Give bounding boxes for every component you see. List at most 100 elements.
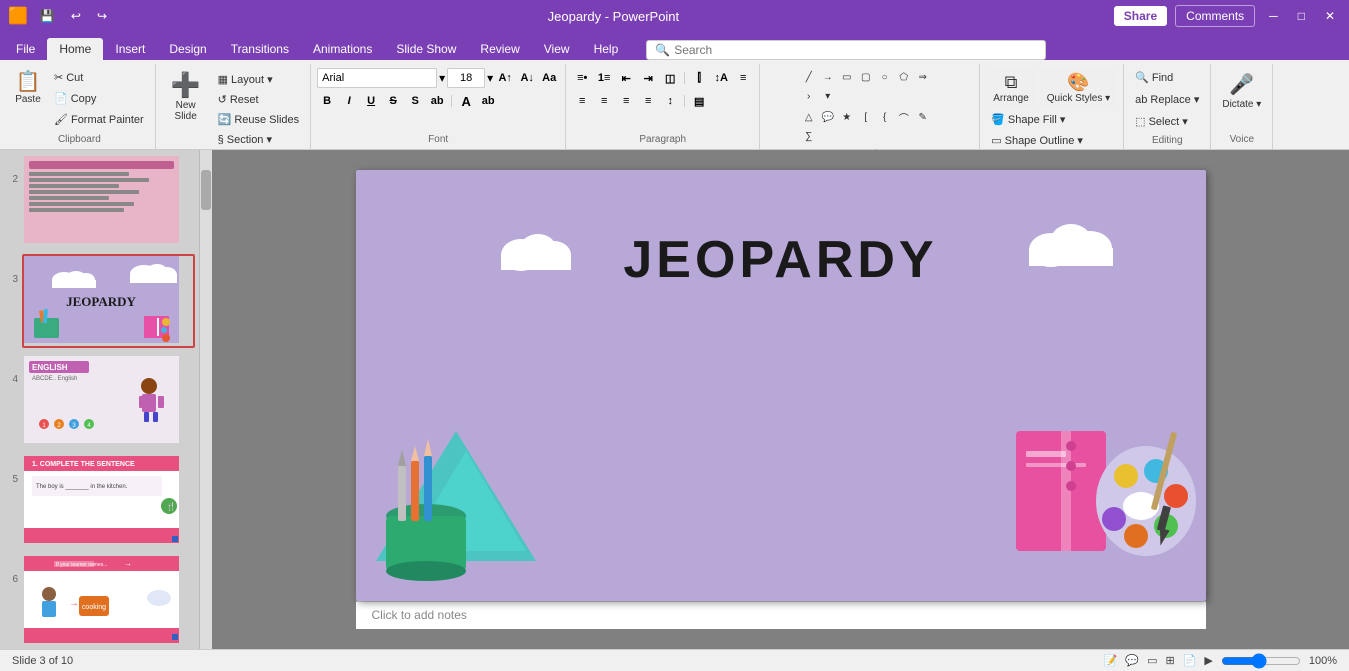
line-spacing-button[interactable]: ↕: [660, 91, 680, 111]
tab-view[interactable]: View: [532, 38, 582, 60]
slide-panel[interactable]: 2 3: [0, 150, 200, 649]
font-grow-button[interactable]: A↑: [495, 68, 515, 88]
tab-home[interactable]: Home: [47, 38, 103, 60]
font-name-input[interactable]: [317, 68, 437, 88]
shadow-button[interactable]: S: [405, 91, 425, 111]
bold-button[interactable]: B: [317, 91, 337, 111]
minimize-btn[interactable]: ─: [1263, 7, 1284, 25]
italic-button[interactable]: I: [339, 91, 359, 111]
close-btn[interactable]: ✕: [1319, 7, 1341, 25]
align-left-button[interactable]: ≡: [572, 91, 592, 111]
increase-indent-button[interactable]: ⇥: [638, 68, 658, 88]
highlight-btn[interactable]: ab: [478, 91, 498, 111]
font-shrink-button[interactable]: A↓: [517, 68, 537, 88]
tab-insert[interactable]: Insert: [103, 38, 157, 60]
quick-styles-button[interactable]: 🎨 Quick Styles ▾: [1040, 68, 1117, 108]
columns-button[interactable]: ⫿: [689, 68, 709, 88]
shape-brace[interactable]: {: [876, 108, 894, 126]
arrange-button[interactable]: ⧉ Arrange: [986, 68, 1036, 108]
zoom-slider[interactable]: [1221, 653, 1301, 669]
tab-file[interactable]: File: [4, 38, 47, 60]
save-btn[interactable]: 💾: [34, 7, 61, 25]
slide-item-2[interactable]: 2: [4, 154, 195, 248]
slide-thumb-6[interactable]: cooking → → If your learner names...: [22, 554, 195, 648]
shape-callout[interactable]: 💬: [819, 108, 837, 126]
view-slide-sorter[interactable]: ⊞: [1165, 654, 1174, 667]
search-input[interactable]: [674, 43, 1037, 57]
maximize-btn[interactable]: □: [1292, 7, 1311, 25]
new-slide-button[interactable]: ➕ NewSlide: [162, 68, 210, 125]
slide-item-3[interactable]: 3 JEOPARDY: [4, 254, 195, 348]
shape-line[interactable]: ╱: [800, 68, 818, 86]
shape-chevron[interactable]: ›: [800, 87, 818, 105]
numbering-button[interactable]: 1≡: [594, 68, 614, 88]
char-spacing-button[interactable]: ab: [427, 91, 447, 111]
slide-item-5[interactable]: 5 1. COMPLETE THE SENTENCE The boy is __…: [4, 454, 195, 548]
dictate-button[interactable]: 🎤 Dictate ▾: [1217, 68, 1266, 114]
tab-help[interactable]: Help: [582, 38, 631, 60]
slide-item-4[interactable]: 4 ENGLISH ABCDE.. English 1: [4, 354, 195, 448]
shape-oval[interactable]: ○: [876, 68, 894, 86]
layout-button[interactable]: ▦ Layout ▾: [213, 70, 305, 89]
text-direction-button[interactable]: ↕A: [711, 68, 731, 88]
align-right-button[interactable]: ≡: [616, 91, 636, 111]
comments-button[interactable]: Comments: [1175, 5, 1255, 27]
copy-button[interactable]: 📄 Copy: [49, 89, 149, 108]
slide-thumb-4[interactable]: ENGLISH ABCDE.. English 1 2 3: [22, 354, 195, 448]
underline-button[interactable]: U: [361, 91, 381, 111]
slide-thumb-5[interactable]: 1. COMPLETE THE SENTENCE The boy is ____…: [22, 454, 195, 548]
tab-slideshow[interactable]: Slide Show: [384, 38, 468, 60]
shape-rectangle[interactable]: ▭: [838, 68, 856, 86]
reset-button[interactable]: ↺ Reset: [213, 90, 305, 109]
tab-transitions[interactable]: Transitions: [219, 38, 301, 60]
redo-btn[interactable]: ↪: [91, 7, 113, 25]
format-painter-button[interactable]: 🖌 Format Painter: [49, 110, 149, 129]
tab-design[interactable]: Design: [157, 38, 218, 60]
add-remove-cols-button[interactable]: ▤: [689, 91, 709, 111]
shape-arrow[interactable]: →: [819, 68, 837, 86]
view-reading[interactable]: 📄: [1183, 654, 1197, 667]
search-bar[interactable]: 🔍: [646, 40, 1046, 60]
replace-button[interactable]: ab Replace ▾: [1130, 90, 1204, 109]
section-button[interactable]: § Section ▾: [213, 130, 305, 149]
font-size-input[interactable]: [447, 68, 485, 88]
scrollbar-thumb[interactable]: [201, 170, 211, 210]
shape-outline-button[interactable]: ▭ Shape Outline ▾: [986, 131, 1090, 150]
shape-freeform[interactable]: ✎: [914, 108, 932, 126]
decrease-indent-button[interactable]: ⇤: [616, 68, 636, 88]
view-slideshow[interactable]: ▶: [1204, 654, 1212, 667]
slide-canvas[interactable]: JEOPARDY: [356, 170, 1206, 601]
slide-thumb-2[interactable]: [22, 154, 195, 248]
strikethrough-button[interactable]: S: [383, 91, 403, 111]
shape-bracket[interactable]: [: [857, 108, 875, 126]
shape-right-arrow[interactable]: ⇒: [914, 68, 932, 86]
justify-button[interactable]: ≡: [638, 91, 658, 111]
reuse-slides-button[interactable]: 🔄 Reuse Slides: [213, 110, 305, 129]
bullets-button[interactable]: ≡•: [572, 68, 592, 88]
shape-rounded-rect[interactable]: ▢: [857, 68, 875, 86]
undo-btn[interactable]: ↩: [65, 7, 87, 25]
notes-area[interactable]: Click to add notes: [356, 601, 1206, 629]
shape-triangle[interactable]: △: [800, 108, 818, 126]
shape-star[interactable]: ★: [838, 108, 856, 126]
view-normal[interactable]: ▭: [1147, 654, 1157, 667]
select-button[interactable]: ⬚ Select ▾: [1130, 112, 1204, 131]
shape-pentagon[interactable]: ⬠: [895, 68, 913, 86]
tab-review[interactable]: Review: [468, 38, 531, 60]
cut-button[interactable]: ✂ Cut: [49, 68, 149, 87]
slide-panel-scrollbar[interactable]: [200, 150, 212, 649]
find-button[interactable]: 🔍 Find: [1130, 68, 1204, 87]
clear-format-button[interactable]: Aa: [539, 68, 559, 88]
slide-item-6[interactable]: 6 cooking → → If your l: [4, 554, 195, 648]
paste-button[interactable]: 📋 Paste: [10, 68, 46, 109]
slide-thumb-3[interactable]: JEOPARDY: [22, 254, 195, 348]
smart-art-button[interactable]: ◫: [660, 68, 680, 88]
center-button[interactable]: ≡: [594, 91, 614, 111]
shape-arc[interactable]: ⌒: [895, 108, 913, 126]
shape-equation[interactable]: ∑: [800, 127, 818, 145]
font-color-btn[interactable]: A: [456, 91, 476, 111]
shape-fill-button[interactable]: 🪣 Shape Fill ▾: [986, 110, 1090, 129]
share-button[interactable]: Share: [1114, 6, 1167, 26]
align-text-button[interactable]: ≡: [733, 68, 753, 88]
tab-animations[interactable]: Animations: [301, 38, 384, 60]
